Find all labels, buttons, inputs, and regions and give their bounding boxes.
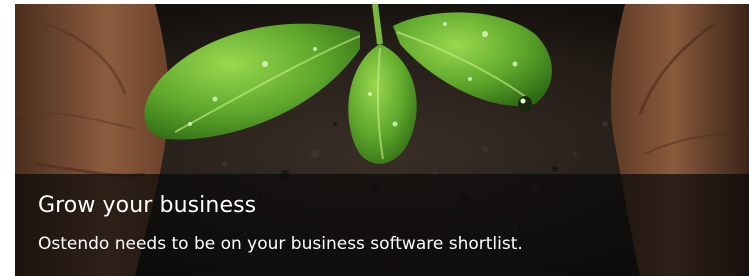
banner-subtitle: Ostendo needs to be on your business sof… <box>38 234 523 254</box>
hero-banner[interactable]: Grow your business Ostendo needs to be o… <box>15 4 749 276</box>
banner-title: Grow your business <box>38 193 257 218</box>
caption-overlay <box>15 174 749 276</box>
